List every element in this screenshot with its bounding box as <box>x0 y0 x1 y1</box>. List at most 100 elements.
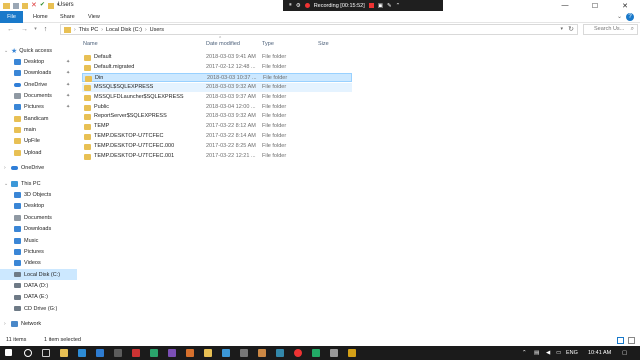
nav-pc-documents[interactable]: Documents <box>14 212 76 223</box>
chevron-down-icon[interactable]: ▾ <box>560 26 563 32</box>
help-icon[interactable]: ? <box>626 13 634 21</box>
nav-quick-desktop[interactable]: Desktop ✦ <box>14 57 76 68</box>
details-view-icon[interactable] <box>617 337 624 344</box>
notifications-icon[interactable]: ▢ <box>622 346 627 360</box>
table-row[interactable]: TEMP.DESKTOP-U7TCFEC.000 2017-03-22 8:25 … <box>82 142 352 152</box>
nav-pc-data-e[interactable]: DATA (E:) <box>14 292 76 303</box>
nav-pc-videos[interactable]: Videos <box>14 258 76 269</box>
nav-pc-data-d[interactable]: DATA (D:) <box>14 280 76 291</box>
address-bar[interactable]: › This PC › Local Disk (C:) › Users ▾ ↻ <box>60 24 578 35</box>
tab-share[interactable]: Share <box>54 11 81 23</box>
nav-pc-3d-objects[interactable]: 3D Objects <box>14 190 76 201</box>
chevron-down-icon[interactable]: ⌄ <box>4 181 8 187</box>
table-row[interactable]: Public 2018-03-04 12:00 ... File folder <box>82 103 352 113</box>
nav-pc-local-disk[interactable]: Local Disk (C:) <box>0 269 77 280</box>
nav-quick-upfile[interactable]: UpFile <box>14 136 76 147</box>
breadcrumb-users[interactable]: Users <box>147 27 167 33</box>
breadcrumb-local-disk[interactable]: Local Disk (C:) <box>103 27 145 33</box>
task-view-icon[interactable] <box>42 349 50 357</box>
nav-quick-onedrive[interactable]: OneDrive ✦ <box>14 79 76 90</box>
refresh-icon[interactable]: ↻ <box>568 25 574 33</box>
nav-quick-main[interactable]: main <box>14 125 76 136</box>
table-row[interactable]: TEMP.DESKTOP-U7TCFEC.001 2017-03-22 12:21… <box>82 152 352 162</box>
tray-chevron-icon[interactable]: ⌃ <box>522 346 527 360</box>
maximize-button[interactable]: ☐ <box>580 0 610 11</box>
app-icon[interactable] <box>186 349 194 357</box>
battery-icon[interactable]: ▭ <box>556 346 561 360</box>
app-icon[interactable] <box>240 349 248 357</box>
nav-this-pc[interactable]: ⌄ This PC <box>4 178 78 189</box>
breadcrumb-this-pc[interactable]: This PC <box>76 27 102 33</box>
recent-locations-icon[interactable]: ▾ <box>31 25 40 34</box>
network-tray-icon[interactable]: ▤ <box>534 346 539 360</box>
search-input[interactable]: Search Us... ⌕ <box>583 24 638 35</box>
minimize-button[interactable]: — <box>550 0 580 11</box>
nav-quick-pictures[interactable]: Pictures ✦ <box>14 102 76 113</box>
nav-quick-documents[interactable]: Documents ✦ <box>14 91 76 102</box>
chevron-right-icon[interactable]: › <box>4 165 6 171</box>
store-icon[interactable] <box>96 349 104 357</box>
table-row[interactable]: TEMP 2017-03-22 8:12 AM File folder <box>82 122 352 132</box>
close-button[interactable]: ✕ <box>610 0 640 11</box>
nav-quick-access[interactable]: ⌄ ★ Quick access <box>4 45 78 56</box>
nav-quick-downloads[interactable]: Downloads ✦ <box>14 68 76 79</box>
nav-pc-desktop[interactable]: Desktop <box>14 201 76 212</box>
chevron-down-icon[interactable]: ⌄ <box>4 48 8 54</box>
tab-file[interactable]: File <box>0 11 23 23</box>
nav-onedrive[interactable]: › OneDrive <box>4 162 78 173</box>
new-folder-icon[interactable] <box>22 2 28 9</box>
nav-pc-downloads[interactable]: Downloads <box>14 224 76 235</box>
nav-quick-upload[interactable]: Upload <box>14 147 76 158</box>
nav-pc-music[interactable]: Music <box>14 235 76 246</box>
pause-icon[interactable]: ⏸ <box>289 2 292 9</box>
app-icon[interactable] <box>294 349 302 357</box>
column-name[interactable]: Name <box>83 39 98 50</box>
properties-icon[interactable] <box>13 2 19 9</box>
volume-icon[interactable]: ◀ <box>546 346 550 360</box>
column-date-modified[interactable]: Date modified <box>206 39 240 50</box>
table-row[interactable]: MSSQLFDLauncher$SQLEXPRESS 2018-03-03 9:3… <box>82 93 352 103</box>
tab-home[interactable]: Home <box>27 11 54 23</box>
delete-icon[interactable]: ✕ <box>31 1 37 10</box>
tab-view[interactable]: View <box>82 11 106 23</box>
search-icon[interactable] <box>24 349 32 357</box>
app-icon[interactable] <box>114 349 122 357</box>
language-indicator[interactable]: ENG <box>566 346 578 360</box>
forward-arrow-icon[interactable]: → <box>20 25 29 34</box>
nav-quick-bandicam[interactable]: Bandicam <box>14 113 76 124</box>
file-explorer-icon[interactable] <box>60 349 68 357</box>
column-type[interactable]: Type <box>262 39 274 50</box>
nav-pc-pictures[interactable]: Pictures <box>14 246 76 257</box>
app-icon[interactable] <box>348 349 356 357</box>
app-icon[interactable] <box>222 349 230 357</box>
table-row[interactable]: TEMP.DESKTOP-U7TCFEC 2017-03-22 8:14 AM Fi… <box>82 132 352 142</box>
camera-icon[interactable]: ▣ <box>378 3 383 9</box>
check-icon[interactable]: ✔ <box>40 1 45 10</box>
nav-pc-cd-drive[interactable]: CD Drive (G:) <box>14 303 76 314</box>
app-icon[interactable] <box>150 349 158 357</box>
app-icon[interactable] <box>132 349 140 357</box>
table-row[interactable]: Default 2018-03-03 9:41 AM File folder <box>82 53 352 63</box>
settings-icon[interactable]: ⚙ <box>296 3 301 9</box>
windows-start-icon[interactable] <box>5 349 12 356</box>
app-icon[interactable] <box>312 349 320 357</box>
rename-icon[interactable] <box>47 2 54 9</box>
column-size[interactable]: Size <box>318 39 329 50</box>
pen-icon[interactable]: ✎ <box>387 3 392 9</box>
table-row[interactable]: Default.migrated 2017-02-12 12:48 ... File… <box>82 63 352 73</box>
back-arrow-icon[interactable]: ← <box>6 25 15 34</box>
explorer-icon[interactable] <box>3 2 10 9</box>
app-icon[interactable] <box>276 349 284 357</box>
large-icons-view-icon[interactable] <box>628 337 635 344</box>
collapse-icon[interactable]: ⌃ <box>396 3 401 9</box>
chevron-right-icon[interactable]: › <box>4 321 6 327</box>
app-icon[interactable] <box>204 349 212 357</box>
clock[interactable]: 10:41 AM <box>588 346 611 360</box>
table-row[interactable]: MSSQL$SQLEXPRESS 2018-03-03 9:32 AM File f… <box>82 82 352 93</box>
edge-icon[interactable] <box>78 349 86 357</box>
table-row[interactable]: Din 2018-03-03 10:37 ... File folder <box>82 72 352 83</box>
nav-network[interactable]: › Network <box>4 318 78 329</box>
expand-ribbon-icon[interactable]: ⌄ <box>617 13 622 20</box>
up-arrow-icon[interactable]: ↑ <box>41 25 50 34</box>
app-icon[interactable] <box>168 349 176 357</box>
